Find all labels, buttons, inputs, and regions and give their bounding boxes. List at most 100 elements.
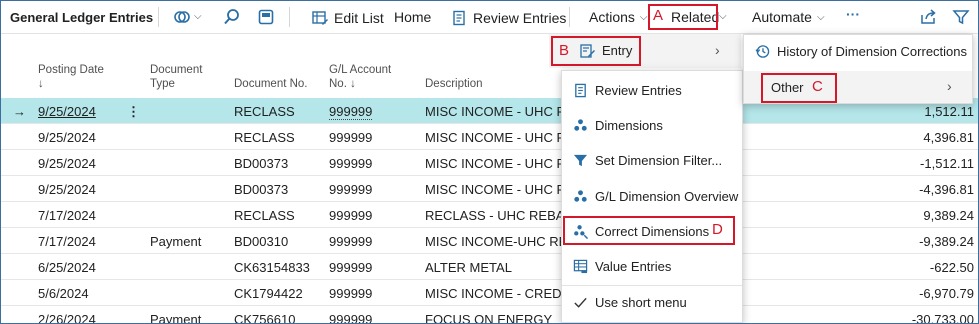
review-entries-label: Review Entries [473,10,567,26]
document-no-cell: RECLASS [234,104,295,119]
chevron-down-icon: ⌵ [816,11,825,23]
chevron-down-icon[interactable]: ⌵ [719,11,727,22]
table-row[interactable]: 6/25/2024 CK63154833 999999 ALTER METAL -622… [1,254,978,280]
row-actions-icon[interactable]: ⋮ [127,104,140,120]
gl-account-cell[interactable]: 999999 [329,182,372,197]
gl-account-cell[interactable]: 999999 [329,156,372,171]
chevron-down-icon[interactable]: ⌵ [194,11,202,22]
table-row[interactable]: 7/17/2024 Payment BD00310 999999 MISC INCOME… [1,228,978,254]
filter-icon [570,153,590,168]
edit-list-icon [311,9,329,27]
review-entries-menu-item[interactable]: Review Entries [570,83,682,98]
posting-date-cell[interactable]: 7/17/2024 [38,234,96,249]
home-tab[interactable]: Home [394,9,431,25]
automate-label: Automate [752,9,812,25]
history-label: History of Dimension Corrections [777,44,968,59]
review-document-icon [450,9,468,27]
dimensions-label: Dimensions [595,118,663,133]
divider [289,7,290,27]
history-icon [752,44,772,59]
value-entries-label: Value Entries [595,259,672,274]
description-cell: MISC INCOME - UHC RI [425,156,570,171]
amount-cell: -9,389.24 [919,234,974,249]
highlight-box-c [761,73,837,103]
posting-date-cell[interactable]: 9/25/2024 [38,130,96,145]
table-row[interactable]: 7/17/2024 RECLASS 999999 RECLASS - UHC REBA… [1,202,978,228]
gl-dimension-overview-label: G/L Dimension Overview [595,189,739,204]
filter-pane-icon[interactable] [257,8,275,26]
posting-date-cell[interactable]: 7/17/2024 [38,208,96,223]
current-row-arrow-icon: → [13,104,26,119]
column-header-document-type[interactable]: Document Type [150,63,202,91]
review-entries-label: Review Entries [595,83,682,98]
divider [569,7,570,27]
description-cell: MISC INCOME - UHC RI [425,130,570,145]
page-title: General Ledger Entries [10,10,154,25]
sort-descending-icon: ↓ [38,78,44,90]
value-entries-menu-item[interactable]: Value Entries [570,259,671,274]
edit-list-button[interactable]: Edit List [311,9,384,27]
posting-date-cell[interactable]: 9/25/2024 [38,182,96,197]
document-type-label-1: Document [150,64,203,76]
column-header-document-no[interactable]: Document No. [234,77,308,91]
posting-date-cell[interactable]: 9/25/2024 [38,156,96,171]
automate-menu[interactable]: Automate ⌵ [752,9,825,25]
use-short-menu-item[interactable]: Use short menu [570,295,687,310]
set-dimension-filter-menu-item[interactable]: Set Dimension Filter... [570,153,722,168]
actions-menu[interactable]: Actions ⌵ [589,9,648,25]
document-type-cell: Payment [150,312,202,324]
document-no-cell: CK756610 [234,312,296,324]
gl-account-label-1: G/L Account [329,64,392,76]
set-dimension-filter-label: Set Dimension Filter... [595,153,723,168]
history-of-dimension-corrections-item[interactable]: History of Dimension Corrections [752,44,967,59]
document-no-cell: RECLASS [234,208,295,223]
gl-dimension-overview-menu-item[interactable]: G/L Dimension Overview [570,189,738,204]
table-row[interactable]: 5/6/2024 CK1794422 999999 MISC INCOME - CRE… [1,280,978,306]
description-cell: ALTER METAL [425,260,512,275]
column-header-description[interactable]: Description [425,77,483,91]
gl-account-cell[interactable]: 999999 [329,260,372,275]
more-options-icon[interactable]: ··· [846,6,860,22]
amount-cell: 4,396.81 [923,130,974,145]
filter-icon[interactable] [952,8,970,26]
amount-cell: -1,512.11 [920,156,974,171]
gl-account-cell[interactable]: 999999 [329,312,372,323]
column-header-posting-date[interactable]: Posting Date ↓ [38,63,104,91]
table-row[interactable]: 9/25/2024 RECLASS 999999 MISC INCOME - UHC … [1,124,978,150]
description-cell: MISC INCOME-UHC REI [425,234,571,249]
highlight-box-d [563,216,735,245]
review-entries-button[interactable]: Review Entries [450,9,566,27]
annotation-label-a: A [653,7,664,24]
document-no-cell: BD00373 [234,182,289,197]
gl-account-cell[interactable]: 999999 [329,208,372,223]
menu-divider [562,285,742,286]
description-cell: RECLASS - UHC REBATE [425,208,581,223]
gl-account-cell[interactable]: 999999 [329,104,373,120]
posting-date-cell[interactable]: 6/25/2024 [38,260,96,275]
table-row[interactable]: 2/26/2024 Payment CK756610 999999 FOCUS ON E… [1,306,978,324]
gl-account-cell[interactable]: 999999 [329,234,372,249]
dimensions-icon [570,118,590,133]
chevron-right-icon: › [715,42,720,58]
table-row[interactable]: 9/25/2024 BD00373 999999 MISC INCOME - UHC … [1,176,978,202]
posting-date-cell[interactable]: 2/26/2024 [38,312,96,323]
posting-date-cell[interactable]: 5/6/2024 [38,286,89,301]
gl-account-cell[interactable]: 999999 [329,286,372,301]
amount-cell: -622.50 [929,260,974,275]
chevron-right-icon: › [947,78,952,94]
document-no-cell: BD00310 [234,234,289,249]
search-icon[interactable] [223,8,241,26]
description-cell: MISC INCOME - UHC RI [425,182,570,197]
gl-account-cell[interactable]: 999999 [329,130,372,145]
posting-date-cell[interactable]: 9/25/2024 [38,104,96,119]
table-row[interactable]: 9/25/2024 BD00373 999999 MISC INCOME - UHC … [1,150,978,176]
dimensions-menu-item[interactable]: Dimensions [570,118,663,133]
amount-cell: 9,389.24 [923,208,974,223]
highlight-box-b [551,36,641,66]
copilot-icon[interactable] [173,8,191,26]
column-header-gl-account[interactable]: G/L Account No. ↓ [329,63,391,91]
share-icon[interactable] [919,8,937,26]
annotation-label-d: D [712,221,723,238]
document-no-cell: BD00373 [234,156,289,171]
home-label: Home [394,9,432,25]
